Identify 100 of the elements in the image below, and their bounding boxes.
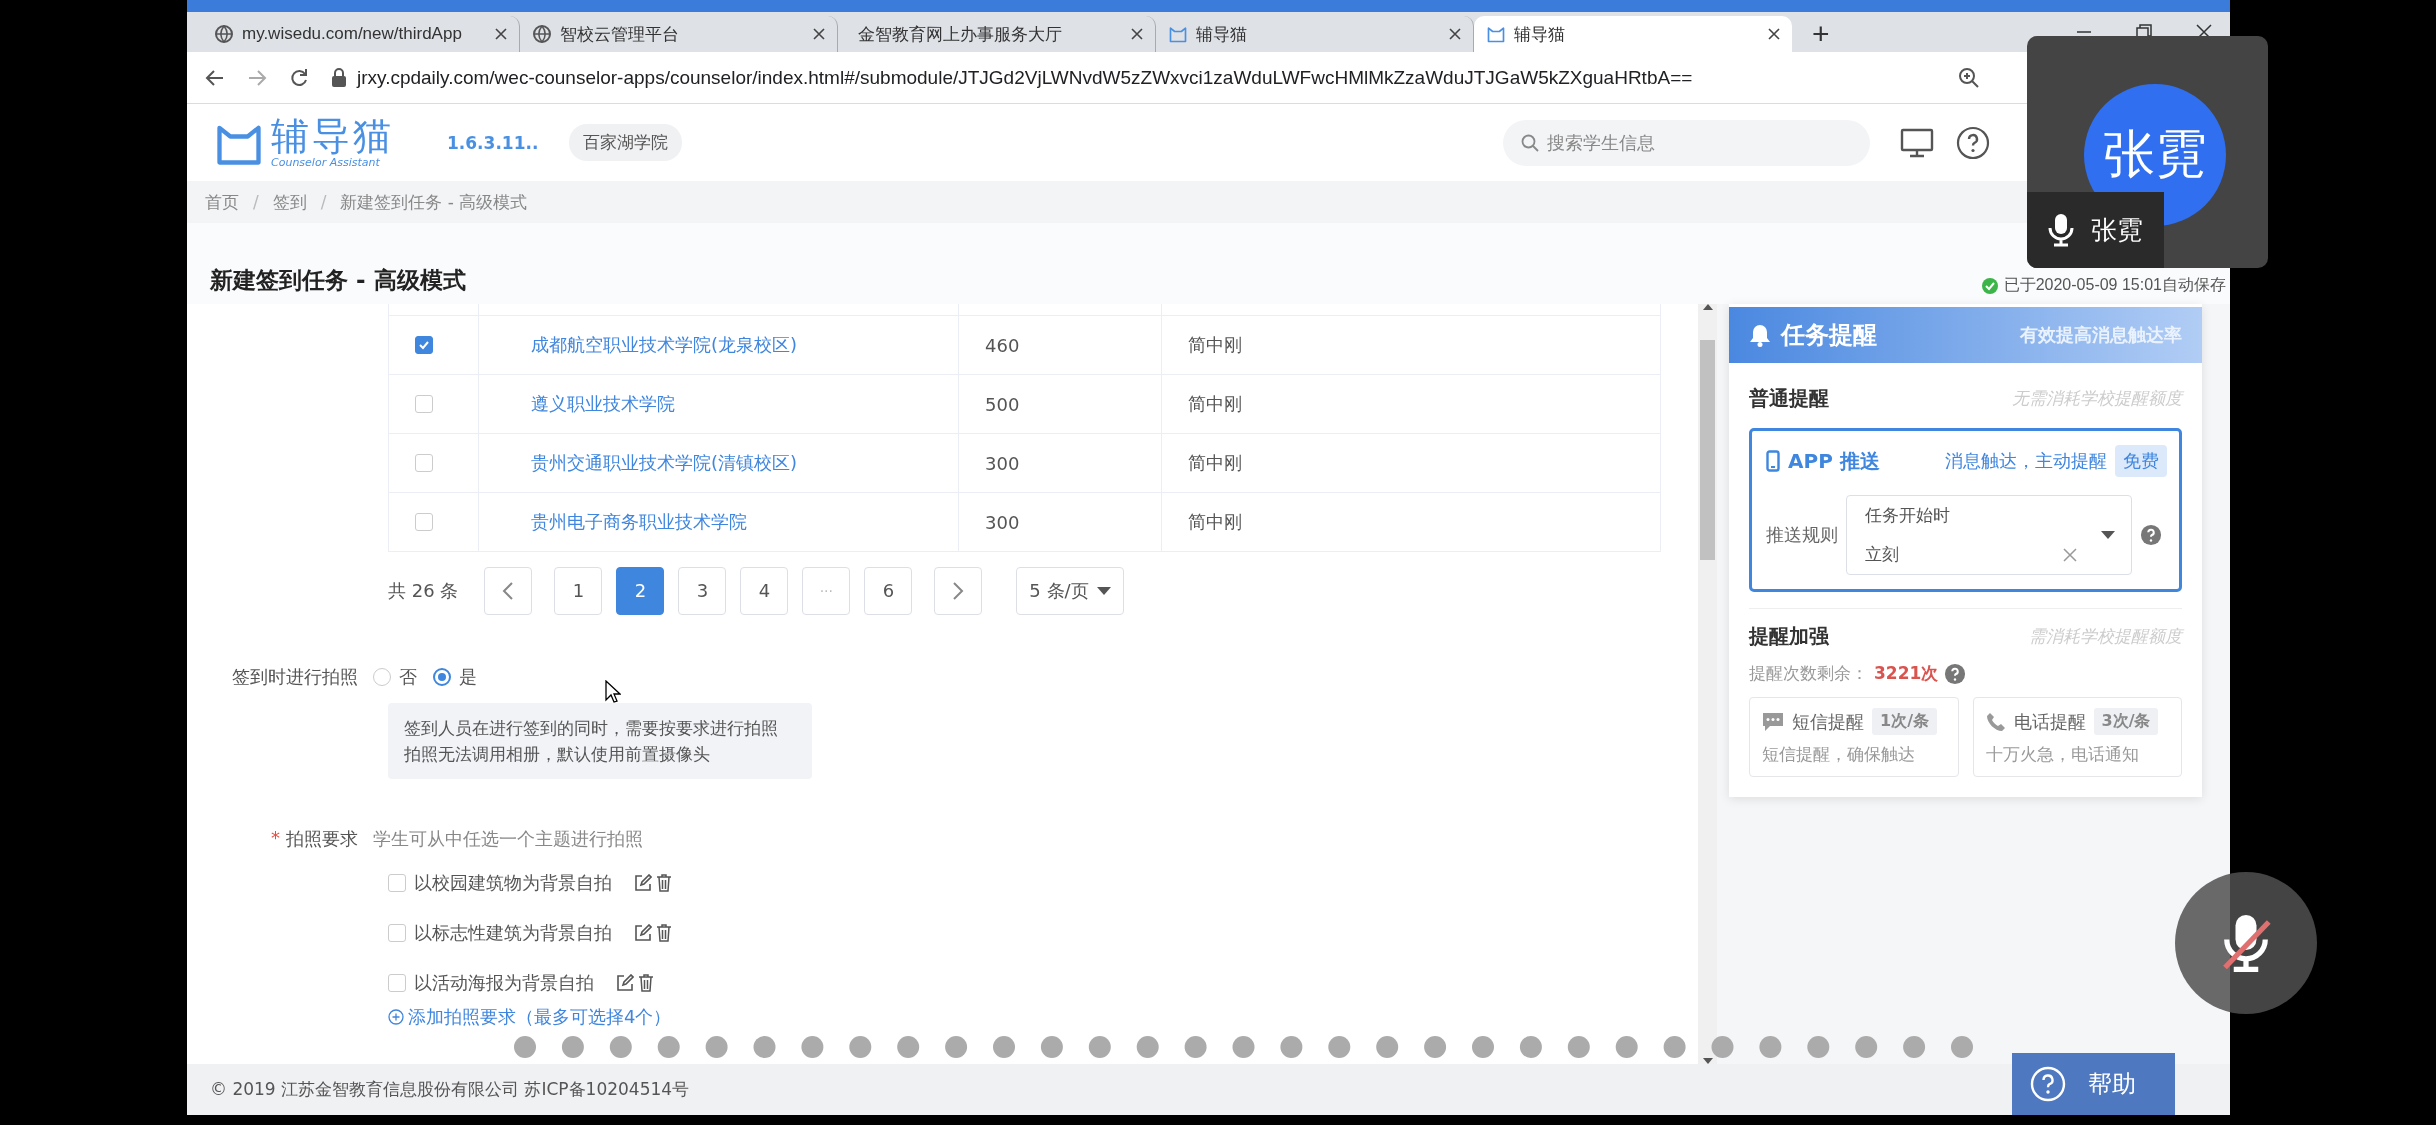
school-tag[interactable]: 百家湖学院 (569, 124, 682, 161)
trash-icon (656, 924, 672, 942)
checkbox[interactable] (388, 924, 406, 942)
option-description: 短信提醒，确保触达 (1762, 743, 1916, 766)
close-icon[interactable] (1768, 28, 1780, 40)
search-field[interactable]: 搜索学生信息 (1503, 119, 1870, 166)
breadcrumb-separator: / (320, 192, 327, 212)
mobile-phone-icon (1766, 450, 1780, 472)
logo-text: 辅导猫 (271, 116, 394, 156)
clear-icon[interactable] (2063, 547, 2077, 562)
push-option-card[interactable]: APP 推送 消息触达，主动提醒 免费 推送规则 任务开始时 立刻 (1749, 428, 2182, 592)
success-icon (1981, 277, 1998, 294)
app-icon (1168, 24, 1188, 44)
remaining-count: 3221次 (1874, 662, 1939, 685)
table-cell: 简中刚 (1188, 392, 1242, 416)
search-icon (1521, 133, 1539, 152)
checkbox[interactable] (388, 874, 406, 892)
push-rule-select[interactable]: 任务开始时 立刻 (1846, 495, 2132, 575)
globe-icon (532, 24, 552, 44)
page-button[interactable]: 6 (864, 566, 913, 615)
close-icon[interactable] (1449, 28, 1461, 40)
option-description: 消息触达，主动提醒 (1945, 449, 2107, 473)
bell-icon (1749, 323, 1771, 347)
page-button[interactable]: 4 (740, 566, 789, 615)
field-label: 签到时进行拍照 (232, 665, 358, 689)
plus-circle-icon[interactable] (388, 1009, 404, 1025)
radio-label[interactable]: 否 (399, 665, 417, 689)
option-description: 十万火急，电话通知 (1985, 743, 2140, 766)
table-cell: 300 (985, 452, 1020, 474)
zoom-icon[interactable] (1958, 66, 1980, 89)
add-link[interactable]: 添加拍照要求（最多可选择4个） (408, 1005, 672, 1029)
check-icon (418, 339, 430, 351)
total-count: 共 26 条 (388, 578, 459, 603)
version-label: 1.6.3.11.. (447, 132, 540, 153)
page-button[interactable]: 2 (616, 566, 665, 615)
help-button[interactable]: 帮助 (2012, 1053, 2175, 1115)
phone-icon (1985, 711, 2006, 732)
chat-bubble-icon (1762, 711, 1784, 732)
monitor-icon[interactable] (1900, 127, 1934, 158)
logo-subtitle: Counselor Assistant (271, 156, 381, 169)
trash-icon (638, 974, 654, 992)
reminder-option-card[interactable]: 电话提醒 3次/条 十万火急，电话通知 (1972, 697, 2182, 777)
lock-icon (331, 67, 347, 88)
price-badge: 1次/条 (1872, 708, 1937, 735)
trash-icon (656, 874, 672, 892)
hint-text: 签到人员在进行签到的同时，需要按要求进行拍照 拍照无法调用相册，默认使用前置摄像头 (388, 703, 812, 779)
browser-tab[interactable]: 智校云管理平台 (520, 16, 838, 52)
caret-icon (2101, 531, 2115, 539)
cursor-icon (605, 680, 621, 704)
school-link[interactable]: 贵州电子商务职业技术学院 (505, 510, 747, 534)
page-button[interactable]: 1 (554, 566, 603, 615)
close-icon[interactable] (495, 28, 507, 40)
edit-icon (616, 974, 634, 992)
caret-icon (1096, 586, 1111, 595)
page-title: 新建签到任务 - 高级模式 (210, 266, 466, 295)
checkbox[interactable] (415, 513, 433, 531)
option-title: 短信提醒 (1792, 709, 1864, 734)
radio-button[interactable] (433, 668, 451, 686)
close-icon[interactable] (813, 28, 825, 40)
checkbox-label: 以活动海报为背景自拍 (414, 971, 594, 995)
hint-text: 学生可从中任选一个主题进行拍照 (373, 827, 643, 851)
scrollbar-thumb[interactable] (1700, 340, 1715, 560)
option-title: APP 推送 (1788, 447, 1880, 475)
school-link[interactable]: 遵义职业技术学院 (505, 392, 675, 416)
help-icon[interactable] (1956, 125, 1990, 160)
field-label: 推送规则 (1766, 523, 1838, 547)
section-title: 普通提醒 (1749, 385, 1829, 412)
table-cell: 简中刚 (1188, 510, 1242, 534)
page-size-select[interactable]: 5 条/页 (1016, 566, 1124, 615)
back-icon[interactable] (205, 67, 225, 88)
checkbox-label: 以校园建筑物为背景自拍 (414, 871, 612, 895)
url-text[interactable]: jrxy.cpdaily.com/wec-counselor-apps/counselor/index.html#/submodule/JTJGd2VjLWNvdW5zZWxvci1zaWduLWFwcHMlMkZzaWduJTJGaW5kZXguaHRtbA== (357, 66, 1693, 89)
checkbox[interactable] (415, 454, 433, 472)
chevron-left-icon (502, 580, 515, 601)
school-link[interactable]: 贵州交通职业技术学院(清镇校区) (505, 451, 798, 475)
price-badge: 3次/条 (2093, 708, 2159, 735)
remaining-label: 提醒次数剩余： (1749, 662, 1868, 685)
chevron-right-icon (952, 580, 965, 601)
browser-tab[interactable]: 金智教育网上办事服务大厅 (838, 16, 1156, 52)
panel-tagline: 有效提高消息触达率 (2020, 323, 2182, 347)
checkbox[interactable] (415, 336, 433, 354)
save-status: 已于2020-05-09 15:01自动保存 (2003, 275, 2226, 295)
browser-tab[interactable]: 辅导猫 (1474, 16, 1792, 52)
checkbox-label: 以标志性建筑为背景自拍 (414, 921, 612, 945)
new-tab-button[interactable]: + (1806, 16, 1836, 52)
browser-tab[interactable]: my.wisedu.com/new/thirdApp (202, 16, 520, 52)
radio-label[interactable]: 是 (459, 665, 477, 689)
school-link[interactable]: 成都航空职业技术学院(龙泉校区) (505, 333, 798, 357)
edit-icon (634, 924, 652, 942)
page-button[interactable]: 3 (678, 566, 727, 615)
help-icon (2140, 524, 2162, 546)
reload-icon[interactable] (289, 67, 309, 88)
globe-icon (214, 24, 234, 44)
close-icon[interactable] (1131, 28, 1143, 40)
checkbox[interactable] (388, 974, 406, 992)
app-icon (1486, 24, 1506, 44)
option-title: 电话提醒 (2013, 709, 2086, 734)
required-mark: * (271, 827, 280, 850)
checkbox[interactable] (415, 395, 433, 413)
reminder-option-card[interactable]: 短信提醒 1次/条 短信提醒，确保触达 (1749, 697, 1959, 777)
